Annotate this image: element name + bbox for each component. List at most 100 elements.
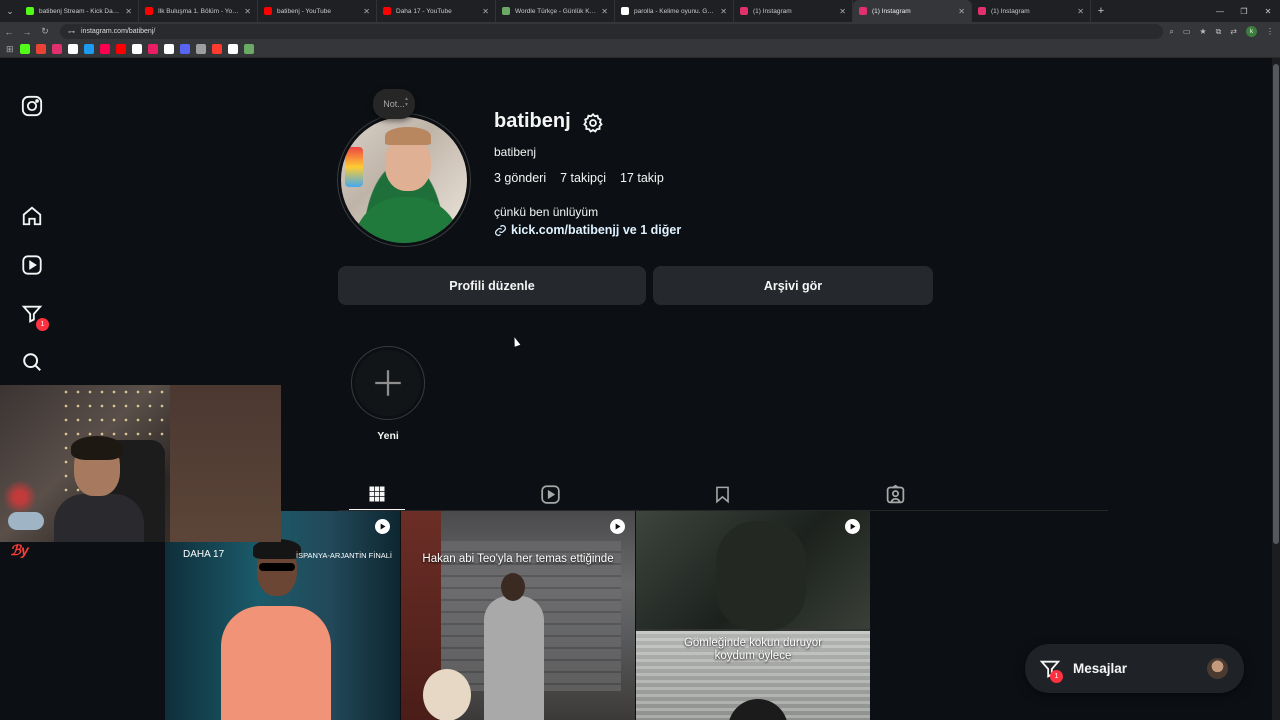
tab-search-icon[interactable]: ⌄ bbox=[0, 0, 20, 22]
new-tab-button[interactable]: + bbox=[1091, 5, 1111, 17]
url-field[interactable]: ⊶ instagram.com/batibenj/ bbox=[60, 24, 1164, 39]
close-window-icon[interactable]: ✕ bbox=[1256, 0, 1280, 22]
tab-close-icon[interactable]: ✕ bbox=[363, 7, 370, 16]
bookmark-favicon-icon[interactable] bbox=[19, 44, 30, 54]
post-tile-3[interactable]: Gömleğinde kokun duruyor koydum öylece bbox=[636, 511, 870, 720]
browser-tab[interactable]: Daha 17 - YouTube ✕ bbox=[377, 0, 496, 22]
bookmark-favicon-icon[interactable] bbox=[115, 44, 126, 54]
wardrobe bbox=[170, 385, 281, 542]
tab-favicon-icon bbox=[502, 7, 510, 15]
url-text: instagram.com/batibenj/ bbox=[81, 28, 156, 35]
bookmark-favicon-icon[interactable] bbox=[227, 44, 238, 54]
reel-play-icon bbox=[610, 519, 625, 534]
tab-title: parolla - Kelime oyunu. Günlük bbox=[634, 7, 717, 15]
bookmark-favicon-icon[interactable] bbox=[163, 44, 174, 54]
note-bubble[interactable]: Not... ▲ ▼ bbox=[373, 89, 415, 119]
zoom-icon[interactable]: ⌕ bbox=[1169, 27, 1173, 37]
post1-caption-left: DAHA 17 bbox=[183, 549, 225, 560]
search-icon[interactable] bbox=[20, 350, 44, 374]
bookmark-favicon-icon[interactable] bbox=[131, 44, 142, 54]
settings-gear-icon[interactable] bbox=[582, 112, 604, 134]
profile-link[interactable]: kick.com/batibenjj ve 1 diğer bbox=[494, 223, 681, 237]
browser-tab[interactable]: İlk Buluşma 1. Bölüm - YouTube ✕ bbox=[139, 0, 258, 22]
tab-close-icon[interactable]: ✕ bbox=[720, 7, 727, 16]
tab-saved[interactable] bbox=[702, 478, 742, 510]
reload-icon[interactable]: ↻ bbox=[36, 26, 54, 37]
decoration bbox=[0, 477, 40, 517]
tagged-icon bbox=[886, 484, 904, 503]
profile-link-text: kick.com/batibenjj ve 1 diğer bbox=[511, 223, 682, 237]
filter-messages-icon[interactable]: 1 bbox=[20, 302, 49, 331]
following-count[interactable]: 17 takip bbox=[620, 171, 664, 185]
bookmark-favicon-icon[interactable] bbox=[243, 44, 254, 54]
post2-man bbox=[484, 596, 544, 720]
apps-icon[interactable]: ⊞ bbox=[6, 44, 14, 55]
post-tile-1[interactable]: DAHA 17 İSPANYA-ARJANTİN FİNALİ bbox=[165, 511, 400, 720]
browser-tab[interactable]: (1) Instagram ✕ bbox=[972, 0, 1091, 22]
home-icon[interactable] bbox=[20, 204, 44, 228]
post-tile-2[interactable]: Hakan abi Teo'yla her temas ettiğinde bbox=[401, 511, 635, 720]
post1-shirt bbox=[221, 606, 331, 720]
tab-close-icon[interactable]: ✕ bbox=[1077, 7, 1084, 16]
messages-badge: 1 bbox=[1050, 670, 1063, 683]
bookmark-favicon-icon[interactable] bbox=[67, 44, 78, 54]
tab-close-icon[interactable]: ✕ bbox=[839, 7, 846, 16]
tab-close-icon[interactable]: ✕ bbox=[125, 7, 132, 16]
tab-close-icon[interactable]: ✕ bbox=[482, 7, 489, 16]
scrollbar-thumb[interactable] bbox=[1273, 64, 1279, 544]
bookmark-favicon-icon[interactable] bbox=[211, 44, 222, 54]
back-icon[interactable]: ← bbox=[0, 27, 18, 37]
messages-bar[interactable]: 1 Mesajlar bbox=[1025, 644, 1244, 693]
bookmark-favicon-icon[interactable] bbox=[179, 44, 190, 54]
browser-tab[interactable]: (1) Instagram ✕ bbox=[853, 0, 972, 22]
browser-tab[interactable]: parolla - Kelime oyunu. Günlük ✕ bbox=[615, 0, 734, 22]
plus-icon bbox=[375, 370, 401, 396]
menu-icon[interactable]: ⋮ bbox=[1266, 27, 1274, 36]
toolbar-actions: ⌕ ▭ ★ ⧉ ⇄ k ⋮ bbox=[1163, 26, 1280, 37]
restore-icon[interactable]: ❐ bbox=[1232, 0, 1256, 22]
cast-icon[interactable]: ▭ bbox=[1183, 27, 1191, 36]
bookmark-favicon-icon[interactable] bbox=[195, 44, 206, 54]
followers-count[interactable]: 7 takipçi bbox=[560, 171, 606, 185]
tab-reels[interactable] bbox=[530, 478, 570, 510]
messages-label: Mesajlar bbox=[1073, 661, 1128, 676]
reels-icon[interactable] bbox=[20, 253, 44, 277]
tab-close-icon[interactable]: ✕ bbox=[958, 7, 965, 16]
new-highlight-button[interactable] bbox=[351, 346, 425, 420]
edit-profile-button[interactable]: Profili düzenle bbox=[338, 266, 646, 305]
bookmark-favicon-icon[interactable] bbox=[147, 44, 158, 54]
tab-close-icon[interactable]: ✕ bbox=[601, 7, 608, 16]
tab-close-icon[interactable]: ✕ bbox=[244, 7, 251, 16]
bookmark-favicon-icon[interactable] bbox=[99, 44, 110, 54]
post2-man-head bbox=[501, 573, 525, 601]
tab-favicon-icon bbox=[740, 7, 748, 15]
browser-tab[interactable]: Wordle Türkçe - Günlük Kelime ✕ bbox=[496, 0, 615, 22]
profile-avatar-photo[interactable] bbox=[337, 113, 471, 247]
site-info-icon[interactable]: ⊶ bbox=[68, 28, 75, 36]
face bbox=[385, 137, 431, 191]
view-archive-button[interactable]: Arşivi gör bbox=[653, 266, 933, 305]
post1-caption-right: İSPANYA-ARJANTİN FİNALİ bbox=[296, 551, 392, 560]
hair bbox=[385, 127, 431, 145]
forward-icon[interactable]: → bbox=[18, 27, 36, 37]
bookmarks-bar: ⊞ bbox=[0, 41, 1280, 58]
bookmark-star-icon[interactable]: ★ bbox=[1199, 27, 1206, 36]
bookmark-favicon-icon[interactable] bbox=[83, 44, 94, 54]
tab-title: Wordle Türkçe - Günlük Kelime bbox=[515, 7, 598, 15]
translate-icon[interactable]: ⇄ bbox=[1230, 27, 1237, 36]
tab-favicon-icon bbox=[383, 7, 391, 15]
browser-tab[interactable]: batibenj - YouTube ✕ bbox=[258, 0, 377, 22]
tab-posts[interactable] bbox=[349, 478, 405, 511]
page-scrollbar[interactable] bbox=[1272, 58, 1280, 720]
tab-tagged[interactable] bbox=[875, 478, 915, 510]
browser-tab[interactable]: (1) Instagram ✕ bbox=[734, 0, 853, 22]
bookmark-favicon-icon[interactable] bbox=[51, 44, 62, 54]
minimize-icon[interactable]: — bbox=[1208, 0, 1232, 22]
instagram-logo-icon[interactable] bbox=[20, 94, 44, 118]
browser-tab[interactable]: batibenj Stream - Kick Dashboard ✕ bbox=[20, 0, 139, 22]
extensions-icon[interactable]: ⧉ bbox=[1216, 27, 1222, 37]
green-shirt bbox=[353, 197, 461, 243]
bookmark-favicon-icon[interactable] bbox=[35, 44, 46, 54]
profile-avatar[interactable]: k bbox=[1246, 26, 1257, 37]
streamer bbox=[54, 436, 144, 542]
